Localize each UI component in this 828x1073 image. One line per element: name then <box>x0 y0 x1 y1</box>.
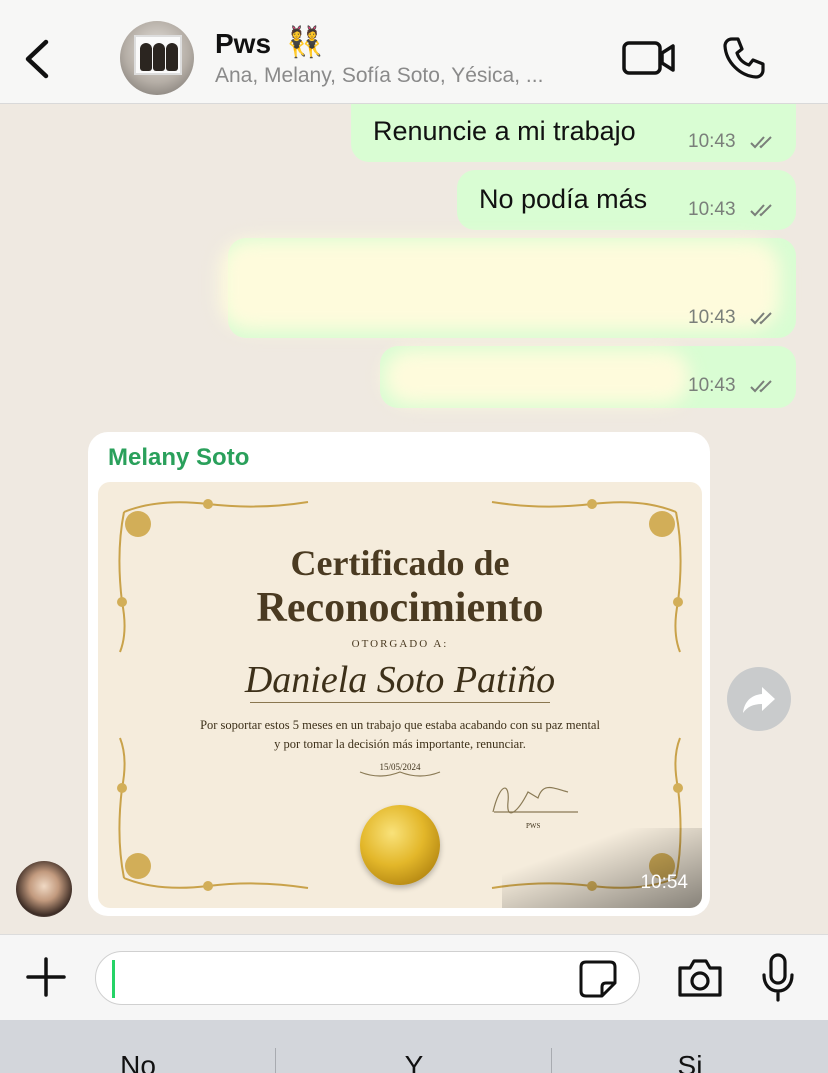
certificate-body: Por soportar estos 5 meses en un trabajo… <box>200 718 600 751</box>
group-avatar[interactable] <box>120 21 194 95</box>
chat-header: Pws 👯 Ana, Melany, Sofía Soto, Yésica, .… <box>0 0 828 104</box>
microphone-icon[interactable] <box>760 953 796 1003</box>
group-members[interactable]: Ana, Melany, Sofía Soto, Yésica, ... <box>215 64 543 88</box>
message-time: 10:43 <box>688 131 736 152</box>
keyboard-suggestions: No Y Si <box>0 1020 828 1073</box>
suggestion-item[interactable]: Y <box>314 1050 514 1073</box>
read-receipt-icon <box>749 134 777 150</box>
chevron-left-icon[interactable] <box>18 36 58 82</box>
certificate-image[interactable]: Certificado de Reconocimiento OTORGADO A… <box>98 482 702 908</box>
certificate-date: 15/05/2024 <box>379 762 421 772</box>
suggestion-divider <box>551 1048 552 1073</box>
message-bubble-outgoing[interactable]: No podía más 10:43 <box>457 170 796 230</box>
message-bubble-outgoing-redacted[interactable]: 10:43 <box>220 238 796 338</box>
gold-seal <box>360 805 440 885</box>
camera-icon[interactable] <box>676 957 724 999</box>
message-bubble-incoming[interactable]: Melany Soto Certificado de Reconocimient… <box>88 432 710 916</box>
text-caret <box>112 960 115 998</box>
group-name[interactable]: Pws <box>215 28 271 60</box>
forward-icon[interactable] <box>727 667 791 731</box>
certificate-title-line2: Reconocimiento <box>256 585 544 631</box>
certificate-recipient-name: Daniela Soto Patiño <box>244 659 556 701</box>
image-shade <box>502 828 702 908</box>
message-input[interactable] <box>95 951 640 1005</box>
message-time: 10:43 <box>688 199 736 220</box>
message-text: No podía más <box>479 184 648 214</box>
message-time: 10:43 <box>688 307 736 328</box>
message-time: 10:54 <box>640 872 688 893</box>
certificate-title-line1: Certificado de <box>290 543 510 583</box>
suggestion-divider <box>275 1048 276 1073</box>
video-camera-icon[interactable] <box>622 40 676 76</box>
suggestion-item[interactable]: No <box>38 1050 238 1073</box>
message-time: 10:43 <box>688 375 736 396</box>
read-receipt-icon <box>749 310 777 326</box>
group-emoji: 👯 <box>286 25 324 60</box>
certificate-name-underline <box>250 702 550 703</box>
read-receipt-icon <box>749 378 777 394</box>
message-input-bar <box>0 934 828 1020</box>
sender-avatar[interactable] <box>16 861 72 917</box>
message-text: Renuncie a mi trabajo <box>373 116 636 146</box>
certificate-awarded-to: OTORGADO A: <box>351 638 449 650</box>
message-bubble-outgoing[interactable]: Renuncie a mi trabajo 10:43 <box>351 104 796 162</box>
read-receipt-icon <box>749 202 777 218</box>
sticker-icon[interactable] <box>578 959 618 999</box>
suggestion-item[interactable]: Si <box>590 1050 790 1073</box>
phone-icon[interactable] <box>722 36 766 80</box>
redaction-blur <box>384 350 690 404</box>
sender-name[interactable]: Melany Soto <box>108 444 249 472</box>
message-bubble-outgoing-redacted[interactable]: 10:43 <box>380 346 796 408</box>
plus-icon[interactable] <box>26 957 66 997</box>
